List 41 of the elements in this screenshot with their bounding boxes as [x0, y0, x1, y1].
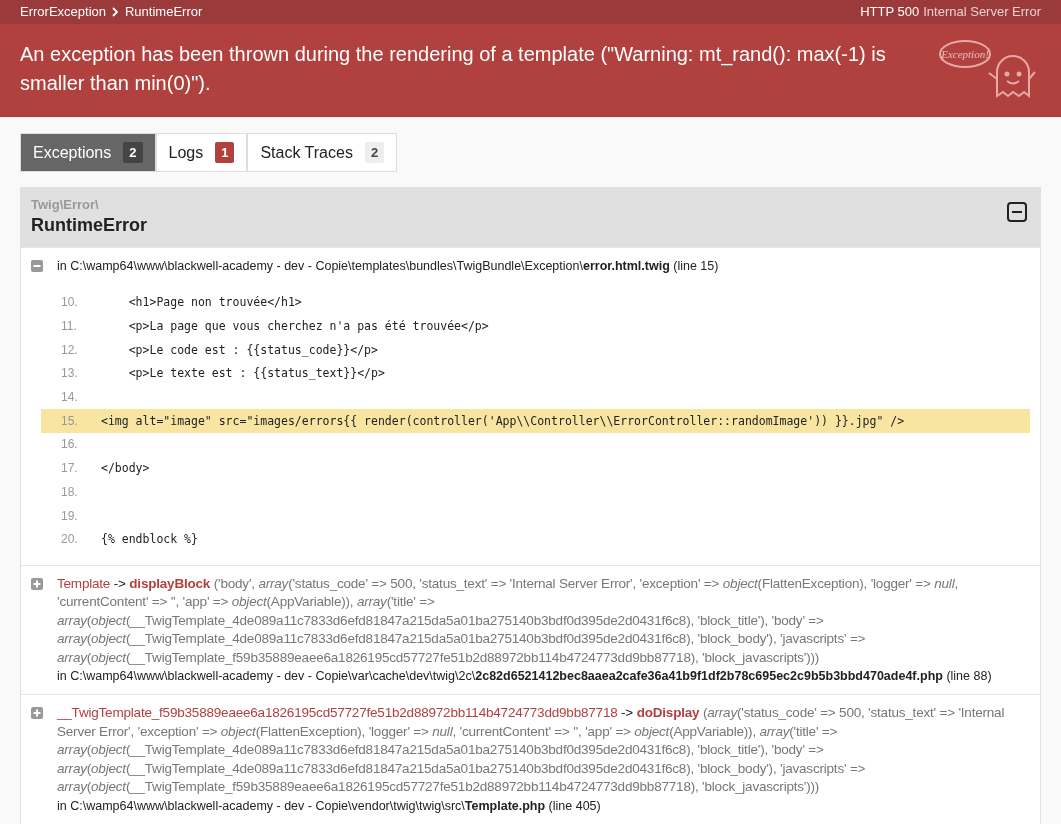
line-number: 10. [60, 294, 79, 312]
line-number: 18. [60, 483, 79, 501]
collapse-icon[interactable] [1007, 202, 1027, 222]
expand-icon[interactable] [31, 577, 43, 590]
tab[interactable]: Logs 1 [155, 133, 248, 172]
file-location: in C:\wamp64\www\blackwell-academy - dev - Copie\vendor\twig\twig\src\Template.php (line 405) [57, 797, 602, 815]
line-number: 13. [60, 365, 79, 383]
exception-namespace: Twig\Error\ [31, 198, 100, 212]
line-number: 17. [60, 460, 79, 478]
code-line: <p>La page que vous cherchez n'a pas été trouvée</p> [127, 318, 489, 336]
code-line: <img alt="image" src="images/errors{{ render(controller('App\\Controller\\ErrorController::randomImage')) }}.jpg" /> [100, 412, 905, 430]
code-line: </body> [100, 460, 150, 478]
code-line: <h1>Page non trouvée</h1> [127, 294, 302, 312]
ghost-logo: Exception! [937, 34, 1037, 104]
exception-class: RuntimeError [31, 214, 147, 237]
chevron-icon [112, 7, 119, 17]
line-number: 16. [60, 436, 79, 454]
line-number: 12. [60, 341, 79, 359]
count-badge: 1 [215, 141, 235, 164]
breadcrumb-link[interactable]: ErrorException [20, 2, 106, 22]
expand-icon[interactable] [31, 707, 43, 720]
file-location: in C:\wamp64\www\blackwell-academy - dev - Copie\templates\bundles\TwigBundle\Exception\error.html.twig (line 15) [57, 258, 719, 275]
file-location: in C:\wamp64\www\blackwell-academy - dev - Copie\var\cache\dev\twig\2c\2c82d6521412bec8aaea2cafe36a41b9f1df2b78c695ec2c9b5b3bbd470ade4f.php (line 88) [57, 668, 993, 686]
code-line: {% endblock %} [100, 531, 198, 549]
line-number: 11. [60, 318, 78, 336]
line-number: 20. [60, 531, 79, 549]
code-line: <p>Le texte est : {{status_text}}</p> [127, 365, 385, 383]
breadcrumb-link[interactable]: RuntimeError [125, 2, 203, 22]
count-badge: 2 [364, 141, 385, 164]
trace-call: Template -> displayBlock ('body', array('status_code' => 500, 'status_text' => 'Internal Server Error', 'exception' => object(FlattenException), 'logger' => null, 'currentContent' => '', 'app' => object(AppVariable)), array('title' => array(object(__TwigTemplate_4de089a11c7833d6efd81847a215da5a01ba275140b3bdf0d395de2d0431f6c8), 'block_title'), 'body' => array(object(__TwigTemplate_4de089a11c7833d6efd81847a215da5a01ba275140b3bdf0d395de2d0431f6c8), 'block_body'), 'javascripts' => array(object(__TwigTemplate_f59b35889eaee6a1826195cd57727fe51b2d88972bb114b4724773dd9bb87718), 'block_javascripts'))) [57, 574, 959, 667]
status-text: Internal Server Error [923, 3, 1041, 22]
trace-call: __TwigTemplate_f59b35889eaee6a1826195cd57727fe51b2d88972bb114b4724773dd9bb87718 -> doDisplay (array('status_code' => 500, 'status_text' => 'Internal Server Error', 'exception' => object(FlattenException), 'logger' => null, 'currentContent' => '', 'app' => object(AppVariable)), array('title' => array(object(__TwigTemplate_4de089a11c7833d6efd81847a215da5a01ba275140b3bdf0d395de2d0431f6c8), 'block_title'), 'body' => array(object(__TwigTemplate_4de089a11c7833d6efd81847a215da5a01ba275140b3bdf0d395de2d0431f6c8), 'block_body'), 'javascripts' => array(object(__TwigTemplate_f59b35889eaee6a1826195cd57727fe51b2d88972bb114b4724773dd9bb87718), 'block_javascripts'))) [57, 704, 1006, 797]
line-number: 15. [60, 412, 79, 430]
line-number: 19. [60, 507, 79, 525]
line-number: 14. [60, 389, 79, 407]
tab[interactable]: Stack Traces 2 [247, 133, 398, 172]
count-badge: 2 [123, 141, 143, 164]
status-code: HTTP 500 [860, 3, 920, 22]
code-line: <p>Le code est : {{status_code}}</p> [127, 341, 378, 359]
tab[interactable]: Exceptions 2 [20, 133, 156, 172]
exception-message: An exception has been thrown during the rendering of a template ("Warning: mt_rand(): max(-1) is smaller than min(0)"). [20, 42, 887, 96]
